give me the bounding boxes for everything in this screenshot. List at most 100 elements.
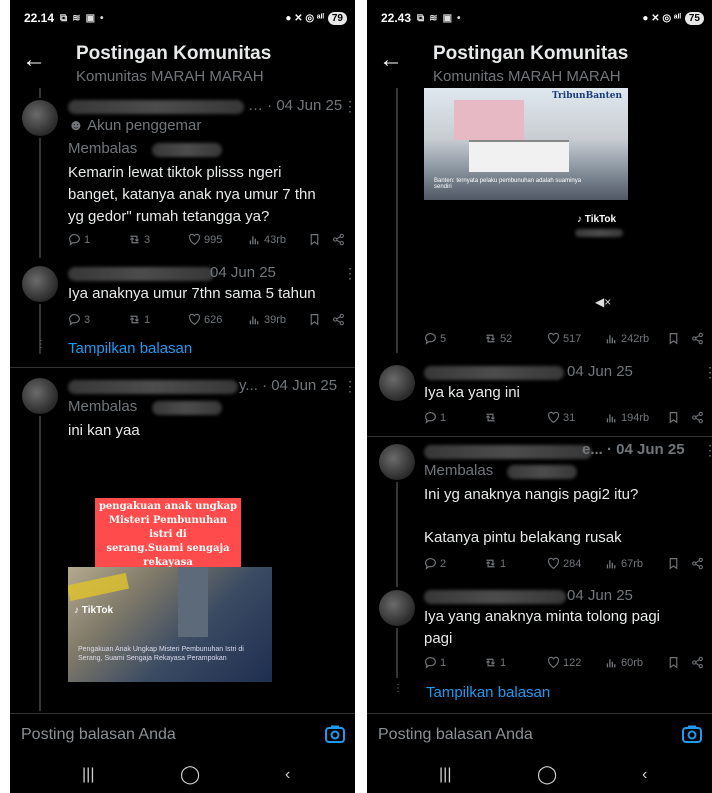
more-options-icon[interactable]: ⋮: [343, 98, 355, 115]
post-line: pagi: [424, 630, 453, 647]
back-arrow-icon[interactable]: ←: [22, 46, 46, 74]
back-arrow-icon[interactable]: ←: [379, 46, 403, 74]
like-button[interactable]: 995: [188, 233, 222, 246]
blurred-mention[interactable]: [152, 143, 222, 157]
reply-button[interactable]: 3: [68, 313, 90, 326]
more-options-icon[interactable]: ⋮: [703, 442, 712, 459]
bookmark-button[interactable]: [667, 656, 680, 669]
avatar[interactable]: [22, 100, 58, 136]
divider: [367, 436, 712, 437]
views-button[interactable]: 60rb: [605, 656, 643, 669]
avatar[interactable]: [379, 365, 415, 401]
show-replies-link[interactable]: Tampilkan balasan: [68, 340, 192, 357]
like-button[interactable]: 284: [547, 557, 581, 570]
blurred-username[interactable]: [424, 590, 566, 604]
blurred-username[interactable]: [424, 445, 592, 459]
repost-count: 1: [500, 557, 507, 570]
avatar[interactable]: [22, 378, 58, 414]
heart-icon: [548, 332, 559, 345]
camera-icon[interactable]: [682, 725, 702, 743]
bookmark-icon: [669, 333, 678, 345]
views-button[interactable]: 194rb: [605, 411, 649, 424]
recent-apps-icon[interactable]: |||: [439, 766, 451, 784]
video-preview[interactable]: pengakuan anak ungkap Misteri Pembunuhan…: [68, 492, 272, 682]
reply-icon: [425, 558, 436, 570]
bookmark-button[interactable]: [667, 332, 680, 345]
share-button[interactable]: [691, 656, 704, 669]
blurred-username[interactable]: [424, 366, 564, 380]
post-actions: 3 1 626 39rb: [10, 313, 355, 329]
status-time: 22.14: [24, 11, 55, 25]
share-button[interactable]: [691, 332, 704, 345]
reply-button[interactable]: 1: [68, 233, 90, 246]
share-button[interactable]: [332, 313, 345, 326]
replying-label: Membalas: [424, 462, 494, 479]
like-button[interactable]: 626: [188, 313, 222, 326]
nav-back-icon[interactable]: ‹: [285, 766, 290, 784]
post-actions: 1 31 194rb: [367, 411, 712, 427]
repost-button[interactable]: [484, 411, 500, 424]
bookmark-icon: [669, 558, 678, 570]
views-icon: [606, 414, 616, 423]
mute-icon[interactable]: ◀×: [595, 295, 611, 309]
post-text: ini kan yaa: [68, 420, 140, 442]
views-button[interactable]: 67rb: [605, 557, 643, 570]
avatar[interactable]: [379, 590, 415, 626]
show-replies-link[interactable]: Tampilkan balasan: [426, 684, 550, 701]
repost-button[interactable]: 52: [484, 332, 512, 345]
bookmark-button[interactable]: [308, 313, 321, 326]
repost-button[interactable]: 1: [484, 656, 506, 669]
police-tape: [68, 572, 130, 602]
reply-button[interactable]: 1: [424, 656, 446, 669]
avatar[interactable]: [22, 266, 58, 302]
post-line: banget, katanya anak nya umur 7 thn: [68, 186, 316, 203]
like-button[interactable]: 122: [547, 656, 581, 669]
more-options-icon[interactable]: ⋮: [703, 364, 712, 381]
like-button[interactable]: 517: [547, 332, 581, 345]
views-button[interactable]: 43rb: [248, 233, 286, 246]
views-button[interactable]: 39rb: [248, 313, 286, 326]
blurred-username[interactable]: [68, 100, 244, 114]
blurred-username[interactable]: [68, 267, 214, 281]
share-button[interactable]: [691, 557, 704, 570]
video-preview[interactable]: TribunBanten Banten: ternyata pelaku pem…: [424, 88, 628, 200]
nav-back-icon[interactable]: ‹: [642, 766, 647, 784]
reply-button[interactable]: 2: [424, 557, 446, 570]
status-icons: ● ✕ ◎ ᵃᴵˡ: [642, 12, 681, 24]
heart-icon: [189, 313, 200, 326]
tiktok-logo-icon: ♪: [577, 214, 585, 225]
avatar[interactable]: [379, 444, 415, 480]
bookmark-button[interactable]: [667, 557, 680, 570]
repost-count: 3: [144, 233, 151, 246]
status-time: 22.43: [381, 11, 412, 25]
blurred-mention[interactable]: [507, 465, 577, 479]
share-icon: [692, 557, 703, 570]
like-count: 626: [204, 313, 223, 326]
bookmark-button[interactable]: [308, 233, 321, 246]
reply-input[interactable]: Posting balasan Anda: [378, 726, 533, 744]
blurred-username[interactable]: [68, 380, 238, 394]
share-button[interactable]: [691, 411, 704, 424]
repost-button[interactable]: 1: [128, 313, 150, 326]
like-button[interactable]: 31: [547, 411, 575, 424]
bookmark-button[interactable]: [667, 411, 680, 424]
home-icon[interactable]: ◯: [537, 764, 557, 785]
blurred-mention[interactable]: [152, 401, 222, 415]
home-icon[interactable]: ◯: [180, 764, 200, 785]
more-options-icon[interactable]: ⋮: [343, 378, 355, 395]
repost-button[interactable]: 1: [484, 557, 506, 570]
views-icon: [249, 236, 259, 245]
recent-apps-icon[interactable]: |||: [82, 766, 94, 784]
reply-button[interactable]: 1: [424, 411, 446, 424]
reply-input[interactable]: Posting balasan Anda: [21, 726, 176, 744]
video-thumbnail: ♪ TikTok Pengakuan Anak Ungkap Misteri P…: [68, 567, 272, 682]
page-subtitle: Komunitas MARAH MARAH: [433, 68, 621, 85]
bookmark-icon: [669, 412, 678, 424]
post-date: e... · 04 Jun 25: [582, 441, 685, 458]
more-options-icon[interactable]: ⋮: [343, 265, 355, 282]
reply-button[interactable]: 5: [424, 332, 446, 345]
share-button[interactable]: [332, 233, 345, 246]
views-button[interactable]: 242rb: [605, 332, 649, 345]
camera-icon[interactable]: [325, 725, 345, 743]
repost-button[interactable]: 3: [128, 233, 150, 246]
